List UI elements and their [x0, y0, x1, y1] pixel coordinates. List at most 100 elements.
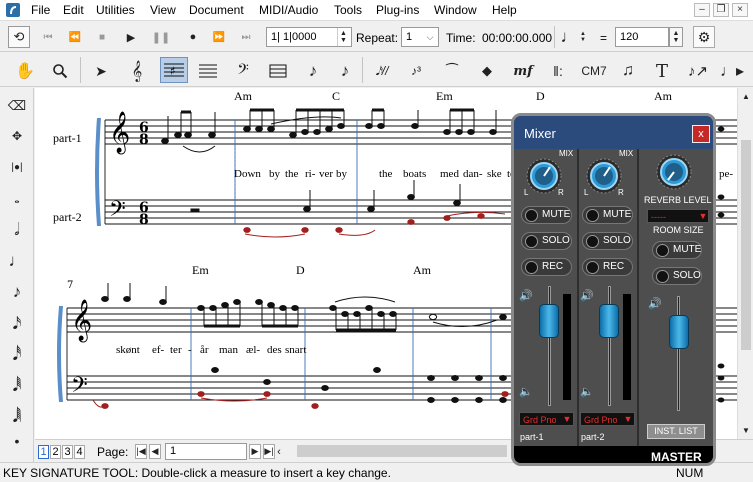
- smart-shape-icon[interactable]: ⁀: [440, 61, 464, 81]
- selection-tool-icon[interactable]: ➤: [90, 61, 112, 81]
- mute-button-part-1[interactable]: MUTE: [521, 206, 572, 224]
- volume-fader-master[interactable]: [669, 315, 689, 349]
- lyric-syllable[interactable]: æl-: [246, 344, 260, 356]
- thirty-second-note-icon[interactable]: 𝅘𝅥𝅰: [7, 344, 27, 366]
- lyric-syllable[interactable]: the: [285, 168, 298, 180]
- sixteenth-note-icon[interactable]: 𝅘𝅥𝅯: [7, 313, 27, 335]
- rewind-icon[interactable]: ⏪: [67, 29, 83, 45]
- hand-grabber-icon[interactable]: ✋: [14, 61, 36, 81]
- fast-forward-end-icon[interactable]: ⏭: [238, 29, 254, 45]
- lyric-syllable[interactable]: -: [188, 344, 192, 356]
- first-page-icon[interactable]: |◀: [135, 444, 147, 459]
- chevron-down-icon[interactable]: ▼: [562, 413, 572, 425]
- menu-plug-ins[interactable]: Plug-ins: [376, 3, 419, 17]
- page-tab-3[interactable]: 3: [62, 445, 73, 459]
- lyric-syllable[interactable]: ver: [319, 168, 333, 180]
- hyper-scribe-icon[interactable]: 𝅘𝅥𝅯//: [370, 61, 394, 81]
- rec-button-part-2[interactable]: REC: [582, 258, 633, 276]
- chord-symbol[interactable]: D: [296, 263, 305, 278]
- select-measure-icon[interactable]: |●|: [7, 158, 27, 176]
- page-tab-2[interactable]: 2: [50, 445, 61, 459]
- menu-utilities[interactable]: Utilities: [96, 3, 135, 17]
- scroll-down-icon[interactable]: ▼: [741, 425, 751, 435]
- scroll-thumb[interactable]: [741, 140, 751, 350]
- articulation-tool-icon[interactable]: ◆: [475, 61, 499, 81]
- simple-entry-icon[interactable]: ♪: [302, 61, 324, 81]
- solo-button-part-2[interactable]: SOLO: [582, 232, 633, 250]
- sixty-fourth-note-icon[interactable]: 𝅘𝅥𝅱: [7, 375, 27, 397]
- key-signature-tool-icon[interactable]: ♯: [160, 57, 188, 83]
- resize-tool-icon[interactable]: ♪↗: [686, 61, 710, 81]
- tempo-note-icon[interactable]: ♩: [560, 27, 578, 47]
- tempo-field[interactable]: 120: [615, 27, 669, 47]
- record-icon[interactable]: ●: [185, 29, 201, 45]
- chevron-down-icon[interactable]: ▼: [698, 210, 708, 222]
- stop-icon[interactable]: ■: [94, 29, 110, 45]
- move-icon[interactable]: ✥: [7, 127, 27, 145]
- lyrics-tool-icon[interactable]: ♫: [617, 61, 639, 81]
- tempo-unit-spinner-icon[interactable]: ▲ ▼: [578, 28, 588, 46]
- text-tool-icon[interactable]: T: [651, 61, 673, 82]
- chevron-down-icon[interactable]: ▼: [623, 413, 633, 425]
- staff-tool-icon[interactable]: 𝄞: [125, 61, 149, 81]
- lyric-syllable[interactable]: des: [267, 344, 282, 356]
- half-note-icon[interactable]: 𝅗𝅥: [7, 219, 27, 241]
- lyric-syllable[interactable]: the: [379, 168, 392, 180]
- quarter-note-icon[interactable]: ♩: [7, 250, 27, 272]
- scroll-up-icon[interactable]: ▲: [741, 91, 751, 101]
- chord-symbol[interactable]: Em: [436, 89, 453, 104]
- menu-view[interactable]: View: [150, 3, 176, 17]
- mixer-close-button[interactable]: x: [692, 125, 710, 143]
- eraser-icon[interactable]: ⌫: [7, 97, 27, 115]
- gear-icon[interactable]: ⚙: [693, 26, 715, 48]
- mixer-window[interactable]: Mixer x MIX L R MUTE SOLO REC 🔊 🔈 Grd Pn…: [511, 113, 716, 466]
- pause-icon[interactable]: ❚❚: [152, 29, 170, 45]
- expression-tool-icon[interactable]: mf: [510, 61, 536, 81]
- mute-button-master[interactable]: MUTE: [652, 241, 702, 259]
- mixer-title-bar[interactable]: Mixer: [514, 116, 713, 149]
- chord-symbol[interactable]: D: [536, 89, 545, 104]
- one-twenty-eighth-note-icon[interactable]: 𝅘𝅥𝅲: [7, 406, 27, 428]
- finale-app-icon[interactable]: [5, 2, 21, 18]
- special-tools-icon[interactable]: ♩▸: [720, 61, 744, 81]
- loop-icon[interactable]: ⟲: [8, 26, 30, 48]
- menu-midi-audio[interactable]: MIDI/Audio: [259, 3, 318, 17]
- horizontal-scroll-thumb[interactable]: [297, 445, 507, 457]
- lyric-syllable[interactable]: snart: [285, 344, 306, 356]
- part-name-2[interactable]: part-2: [53, 210, 82, 225]
- minimize-icon[interactable]: –: [694, 3, 710, 17]
- lyric-syllable[interactable]: man: [219, 344, 238, 356]
- inst-list-button[interactable]: INST. LIST: [647, 424, 705, 439]
- solo-button-master[interactable]: SOLO: [652, 267, 702, 285]
- chord-symbol[interactable]: C: [332, 89, 340, 104]
- chord-tool-icon[interactable]: CM7: [580, 61, 608, 81]
- lyric-syllable[interactable]: ter: [170, 344, 182, 356]
- solo-button-part-1[interactable]: SOLO: [521, 232, 572, 250]
- menu-help[interactable]: Help: [492, 3, 517, 17]
- menu-file[interactable]: File: [31, 3, 50, 17]
- volume-fader-track-master[interactable]: [677, 296, 680, 411]
- zoom-icon[interactable]: [49, 61, 71, 81]
- position-spinner-icon[interactable]: ▲ ▼: [337, 28, 349, 46]
- measure-tool-icon[interactable]: [266, 61, 290, 81]
- tempo-spinner-icon[interactable]: ▲ ▼: [669, 27, 683, 47]
- time-signature-tool-icon[interactable]: [196, 61, 220, 81]
- eighth-note-icon[interactable]: ♪: [7, 281, 27, 303]
- restore-icon[interactable]: ❐: [713, 3, 729, 17]
- lyric-syllable[interactable]: ri-: [305, 168, 315, 180]
- menu-document[interactable]: Document: [189, 3, 244, 17]
- clef-tool-icon[interactable]: 𝄢: [231, 61, 255, 81]
- chord-symbol[interactable]: Am: [413, 263, 431, 278]
- reverb-knob[interactable]: [652, 152, 696, 192]
- page-tab-1[interactable]: 1: [38, 445, 49, 459]
- lyric-syllable[interactable]: skønt: [116, 344, 140, 356]
- chord-symbol[interactable]: Am: [234, 89, 252, 104]
- tuplet-tool-icon[interactable]: ♪³: [404, 61, 428, 81]
- chord-symbol[interactable]: Em: [192, 263, 209, 278]
- lyric-syllable[interactable]: by: [336, 168, 347, 180]
- menu-edit[interactable]: Edit: [63, 3, 84, 17]
- menu-tools[interactable]: Tools: [334, 3, 362, 17]
- page-number-field[interactable]: 1: [165, 443, 247, 460]
- lyric-syllable[interactable]: Down: [234, 168, 261, 180]
- lyric-syllable[interactable]: ske: [487, 168, 502, 180]
